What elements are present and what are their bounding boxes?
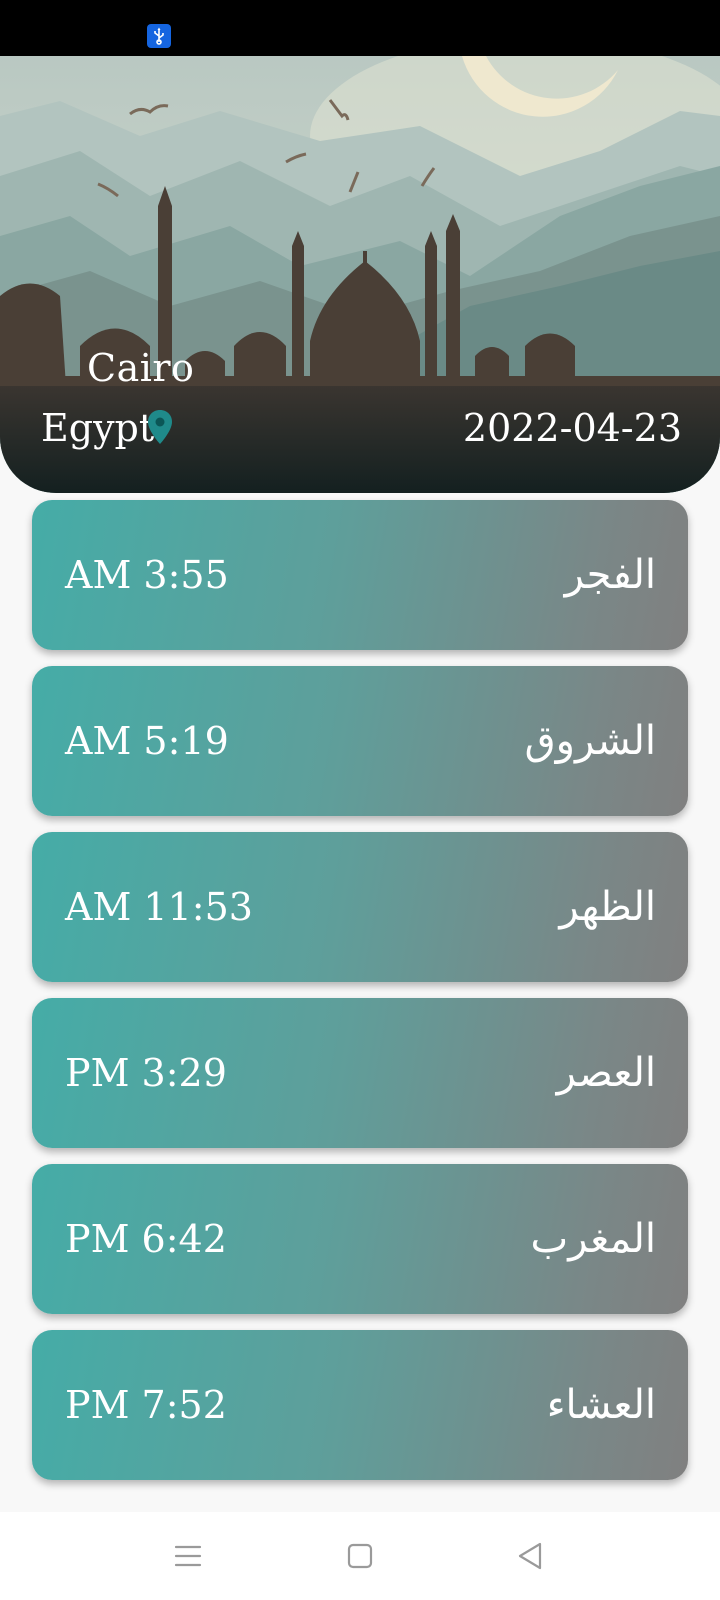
prayer-card-dhuhr[interactable]: AM 11:53 الظهر	[32, 832, 688, 982]
prayer-card-maghrib[interactable]: PM 6:42 المغرب	[32, 1164, 688, 1314]
location-header: Cairo Egypt 2022-04-23	[0, 56, 720, 493]
prayer-card-sunrise[interactable]: AM 5:19 الشروق	[32, 666, 688, 816]
home-square-icon[interactable]	[340, 1536, 380, 1576]
system-navigation-bar	[0, 1512, 720, 1600]
prayer-card-fajr[interactable]: AM 3:55 الفجر	[32, 500, 688, 650]
country-name: Egypt	[41, 406, 155, 450]
prayer-time: PM 3:29	[65, 1051, 227, 1095]
prayer-name: المغرب	[530, 1216, 656, 1262]
prayer-time: AM 3:55	[65, 553, 229, 597]
current-date: 2022-04-23	[462, 406, 682, 450]
prayer-time: PM 6:42	[65, 1217, 227, 1261]
prayer-time: PM 7:52	[65, 1383, 227, 1427]
prayer-name: الفجر	[564, 552, 656, 598]
status-bar	[0, 0, 720, 56]
city-name: Cairo	[87, 346, 195, 390]
prayer-card-asr[interactable]: PM 3:29 العصر	[32, 998, 688, 1148]
prayer-name: الشروق	[524, 718, 656, 764]
location-pin-icon[interactable]	[147, 409, 173, 445]
prayer-time: AM 5:19	[65, 719, 229, 763]
back-triangle-icon[interactable]	[510, 1536, 550, 1576]
prayer-name: العشاء	[546, 1382, 656, 1428]
menu-icon[interactable]	[168, 1536, 208, 1576]
prayer-name: العصر	[556, 1050, 656, 1096]
prayer-name: الظهر	[559, 884, 656, 930]
usb-icon	[147, 24, 171, 48]
prayer-time: AM 11:53	[65, 885, 253, 929]
prayer-times-list: AM 3:55 الفجر AM 5:19 الشروق AM 11:53 ال…	[32, 500, 688, 1496]
prayer-card-isha[interactable]: PM 7:52 العشاء	[32, 1330, 688, 1480]
